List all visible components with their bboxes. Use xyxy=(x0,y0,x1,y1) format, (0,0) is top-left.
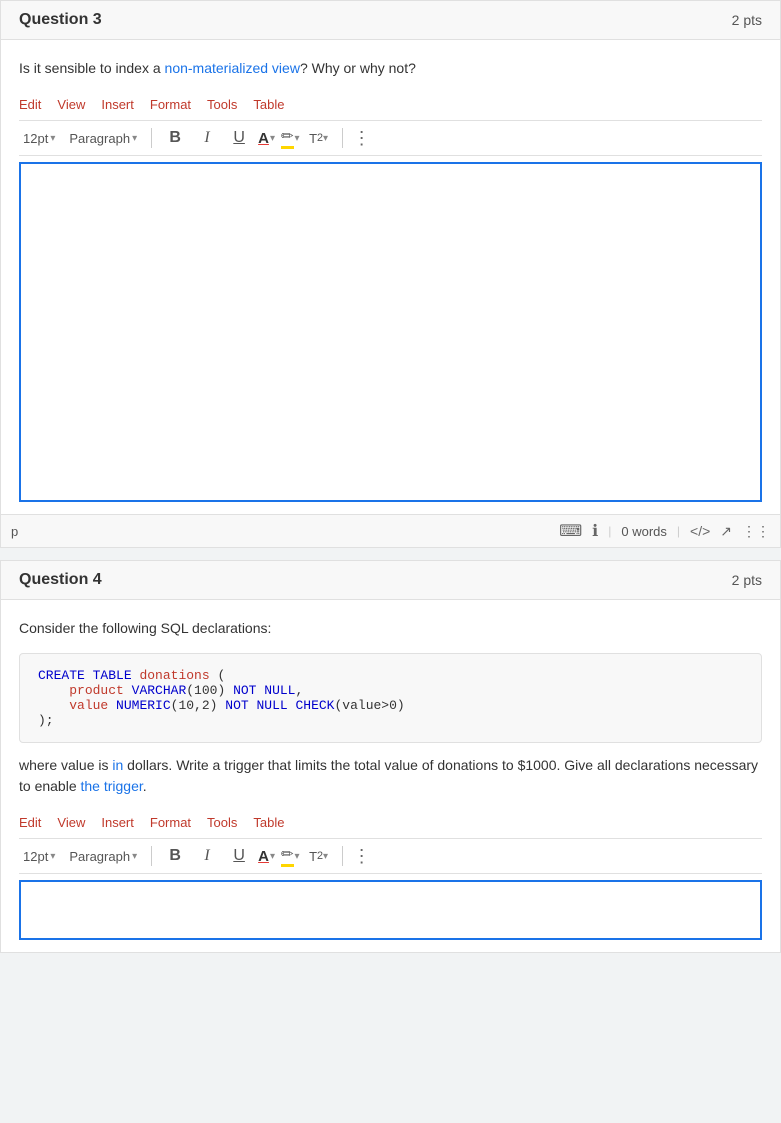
q3-separator-2 xyxy=(342,128,343,148)
q3-super-chevron: ▾ xyxy=(323,133,328,144)
q4-highlight-icon: ✏ xyxy=(281,845,294,867)
q3-expand-btn[interactable]: ↗ xyxy=(720,523,732,540)
q4-code-line-4: ); xyxy=(38,713,743,728)
q4-italic-btn[interactable]: I xyxy=(194,843,220,869)
question-4-text-after: where value is in dollars. Write a trigg… xyxy=(19,755,762,797)
q3-menu-format[interactable]: Format xyxy=(150,97,191,112)
q4-code-line-1: CREATE TABLE donations ( xyxy=(38,668,743,683)
question-4-title: Question 4 xyxy=(19,571,102,589)
q3-superscript-btn[interactable]: T2 ▾ xyxy=(306,125,332,151)
q3-toolbar-menu: Edit View Insert Format Tools Table xyxy=(19,93,762,116)
q3-separator-pipe: | xyxy=(608,524,611,538)
question-3-block: Question 3 2 pts Is it sensible to index… xyxy=(0,0,781,548)
q3-format-toolbar: 12pt ▾ Paragraph ▾ B I U A ▾ ✏ ▾ T2 ▾ xyxy=(19,120,762,156)
q4-code-line-3: value NUMERIC(10,2) NOT NULL CHECK(value… xyxy=(38,698,743,713)
q3-keyboard-icon[interactable]: ⌨ xyxy=(559,521,582,541)
question-4-body: Consider the following SQL declarations:… xyxy=(1,600,780,952)
q3-font-color-group[interactable]: A ▾ xyxy=(258,130,275,147)
q3-text-1: Is it sensible to index a xyxy=(19,60,165,76)
q3-paragraph[interactable]: Paragraph ▾ xyxy=(65,129,141,148)
q3-more-btn[interactable]: ⋮ xyxy=(353,128,371,149)
q4-super-chevron: ▾ xyxy=(323,851,328,862)
q3-status-right: ⌨ ℹ | 0 words | </> ↗ ⋮⋮ xyxy=(559,521,770,541)
q4-font-size[interactable]: 12pt ▾ xyxy=(19,847,59,866)
q4-code-block: CREATE TABLE donations ( product VARCHAR… xyxy=(19,653,762,743)
q3-underline-btn[interactable]: U xyxy=(226,125,252,151)
q4-more-btn[interactable]: ⋮ xyxy=(353,846,371,867)
q4-menu-tools[interactable]: Tools xyxy=(207,815,237,830)
question-4-block: Question 4 2 pts Consider the following … xyxy=(0,560,781,953)
question-4-header: Question 4 2 pts xyxy=(1,561,780,600)
q4-menu-insert[interactable]: Insert xyxy=(101,815,134,830)
q4-separator-1 xyxy=(151,846,152,866)
q3-text-highlight: non-materialized view xyxy=(165,60,300,76)
q3-editor[interactable] xyxy=(19,162,762,502)
q4-paragraph-chevron: ▾ xyxy=(132,851,137,862)
q3-text-2: ? Why or why not? xyxy=(300,60,416,76)
q4-toolbar-menu: Edit View Insert Format Tools Table xyxy=(19,811,762,834)
q4-font-size-chevron: ▾ xyxy=(50,851,55,862)
q3-code-view-btn[interactable]: </> xyxy=(690,523,710,539)
q4-editor[interactable] xyxy=(19,880,762,940)
question-3-body: Is it sensible to index a non-materializ… xyxy=(1,40,780,514)
q4-paragraph[interactable]: Paragraph ▾ xyxy=(65,847,141,866)
q3-font-color-a: A xyxy=(258,130,269,147)
q3-paragraph-chevron: ▾ xyxy=(132,133,137,144)
q3-word-count: 0 words xyxy=(621,524,667,539)
q4-menu-view[interactable]: View xyxy=(57,815,85,830)
q4-code-line-2: product VARCHAR(100) NOT NULL, xyxy=(38,683,743,698)
q3-menu-view[interactable]: View xyxy=(57,97,85,112)
q4-underline-btn[interactable]: U xyxy=(226,843,252,869)
q3-menu-tools[interactable]: Tools xyxy=(207,97,237,112)
q3-highlight-icon: ✏ xyxy=(281,127,294,149)
q4-font-color-chevron: ▾ xyxy=(270,851,275,862)
question-3-points: 2 pts xyxy=(732,12,762,28)
question-3-header: Question 3 2 pts xyxy=(1,1,780,40)
q3-menu-table[interactable]: Table xyxy=(253,97,284,112)
q3-highlight-chevron: ▾ xyxy=(295,133,300,144)
q3-dots-btn[interactable]: ⋮⋮ xyxy=(742,523,770,540)
q3-info-icon[interactable]: ℹ xyxy=(592,521,598,541)
q3-font-size[interactable]: 12pt ▾ xyxy=(19,129,59,148)
q4-font-color-a: A xyxy=(258,848,269,865)
q4-highlight-color-group[interactable]: ✏ ▾ xyxy=(281,845,300,867)
q4-text-before: Consider the following SQL declarations: xyxy=(19,620,271,636)
q3-menu-insert[interactable]: Insert xyxy=(101,97,134,112)
q4-menu-table[interactable]: Table xyxy=(253,815,284,830)
question-3-title: Question 3 xyxy=(19,11,102,29)
q3-highlight-color-group[interactable]: ✏ ▾ xyxy=(281,127,300,149)
q3-font-color-chevron: ▾ xyxy=(270,133,275,144)
q4-menu-format[interactable]: Format xyxy=(150,815,191,830)
q3-bold-btn[interactable]: B xyxy=(162,125,188,151)
question-4-text-before: Consider the following SQL declarations: xyxy=(19,618,762,639)
q4-text-after-1: where value is xyxy=(19,757,112,773)
q4-bold-btn[interactable]: B xyxy=(162,843,188,869)
question-4-points: 2 pts xyxy=(732,572,762,588)
q4-highlight-chevron: ▾ xyxy=(295,851,300,862)
q4-font-color-group[interactable]: A ▾ xyxy=(258,848,275,865)
q4-format-toolbar: 12pt ▾ Paragraph ▾ B I U A ▾ ✏ ▾ T2 ▾ xyxy=(19,838,762,874)
q3-status-bar: p ⌨ ℹ | 0 words | </> ↗ ⋮⋮ xyxy=(1,514,780,547)
q3-font-size-chevron: ▾ xyxy=(50,133,55,144)
q3-menu-edit[interactable]: Edit xyxy=(19,97,41,112)
q3-separator-pipe2: | xyxy=(677,524,680,538)
q4-text-after-3: . xyxy=(143,778,147,794)
q3-italic-btn[interactable]: I xyxy=(194,125,220,151)
q4-superscript-btn[interactable]: T2 ▾ xyxy=(306,843,332,869)
q4-separator-2 xyxy=(342,846,343,866)
question-3-text: Is it sensible to index a non-materializ… xyxy=(19,58,762,79)
q4-text-trigger: the trigger xyxy=(81,778,143,794)
q3-separator-1 xyxy=(151,128,152,148)
q4-text-in: in xyxy=(112,757,123,773)
q3-element-indicator: p xyxy=(11,524,18,539)
q4-menu-edit[interactable]: Edit xyxy=(19,815,41,830)
